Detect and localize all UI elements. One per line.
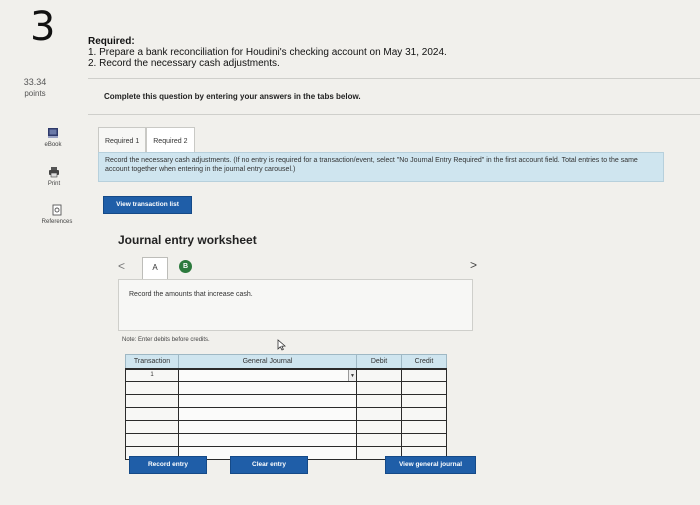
info-box: Record the necessary cash adjustments. (… (98, 152, 664, 182)
references-label: References (41, 219, 73, 225)
record-prompt-text: Record the amounts that increase cash. (129, 291, 253, 298)
credit-input[interactable] (401, 394, 447, 408)
journal-table: Transaction General Journal Debit Credit… (125, 354, 447, 460)
points-label: points (24, 89, 46, 98)
divider-top (88, 78, 700, 79)
tab-required-2[interactable]: Required 2 (146, 127, 195, 154)
book-icon (48, 128, 58, 138)
transaction-cell (125, 420, 179, 434)
debit-input[interactable] (356, 394, 402, 408)
debit-input[interactable] (356, 381, 402, 395)
clear-entry-button[interactable]: Clear entry (230, 456, 308, 474)
credit-input[interactable] (401, 381, 447, 395)
col-general-journal: General Journal (178, 354, 357, 370)
note-text: Note: Enter debits before credits. (122, 337, 210, 343)
instruction-text: Complete this question by entering your … (104, 92, 361, 101)
references-icon (52, 204, 62, 216)
required-section: Required: 1. Prepare a bank reconciliati… (88, 36, 447, 69)
record-entry-button[interactable]: Record entry (129, 456, 207, 474)
divider-mid (88, 114, 700, 115)
mouse-cursor-icon (277, 339, 286, 351)
required-tabs: Required 1 Required 2 (98, 127, 195, 154)
table-row: 1 ▼ (125, 368, 447, 382)
credit-input[interactable] (401, 407, 447, 421)
transaction-cell (125, 433, 179, 447)
credit-input[interactable] (401, 420, 447, 434)
col-debit: Debit (356, 354, 402, 370)
general-journal-select[interactable] (178, 433, 357, 447)
general-journal-select[interactable] (178, 394, 357, 408)
required-heading: Required: (88, 36, 135, 47)
record-prompt-box: Record the amounts that increase cash. (118, 279, 473, 331)
question-number: 3 (30, 4, 56, 50)
worksheet-title: Journal entry worksheet (118, 233, 257, 247)
printer-icon (49, 167, 59, 178)
credit-input[interactable] (401, 368, 447, 382)
tab-required-1[interactable]: Required 1 (98, 127, 147, 154)
general-journal-select[interactable]: ▼ (178, 368, 357, 382)
points-value: 33.34 (23, 77, 47, 87)
table-row (125, 420, 447, 434)
view-transaction-list-button[interactable]: View transaction list (103, 196, 192, 214)
transaction-cell (125, 407, 179, 421)
references-tool[interactable]: References (32, 204, 82, 225)
general-journal-select[interactable] (178, 407, 357, 421)
table-row (125, 433, 447, 447)
table-row (125, 407, 447, 421)
table-row (125, 381, 447, 395)
nav-prev-icon[interactable]: < (118, 259, 125, 273)
step-b-tab[interactable]: B (179, 260, 192, 273)
view-general-journal-button[interactable]: View general journal (385, 456, 476, 474)
col-transaction: Transaction (125, 354, 179, 370)
nav-next-icon[interactable]: > (470, 258, 477, 272)
debit-input[interactable] (356, 407, 402, 421)
transaction-cell (125, 394, 179, 408)
debit-input[interactable] (356, 433, 402, 447)
print-tool[interactable]: Print (31, 166, 77, 187)
required-item-2: 2. Record the necessary cash adjustments… (88, 58, 280, 69)
credit-input[interactable] (401, 433, 447, 447)
transaction-cell (125, 381, 179, 395)
col-credit: Credit (401, 354, 447, 370)
transaction-cell: 1 (125, 368, 179, 382)
ebook-label: eBook (44, 142, 62, 148)
required-item-1: 1. Prepare a bank reconciliation for Hou… (88, 47, 447, 58)
table-row (125, 394, 447, 408)
journal-header-row: Transaction General Journal Debit Credit (125, 354, 447, 370)
ebook-tool[interactable]: eBook (29, 127, 77, 148)
debit-input[interactable] (356, 420, 402, 434)
general-journal-select[interactable] (178, 420, 357, 434)
general-journal-select[interactable] (178, 381, 357, 395)
points-display: 33.34 points (22, 77, 48, 99)
debit-input[interactable] (356, 368, 402, 382)
step-a-tab[interactable]: A (142, 257, 168, 279)
print-label: Print (47, 181, 61, 187)
chevron-down-icon[interactable]: ▼ (348, 369, 356, 381)
